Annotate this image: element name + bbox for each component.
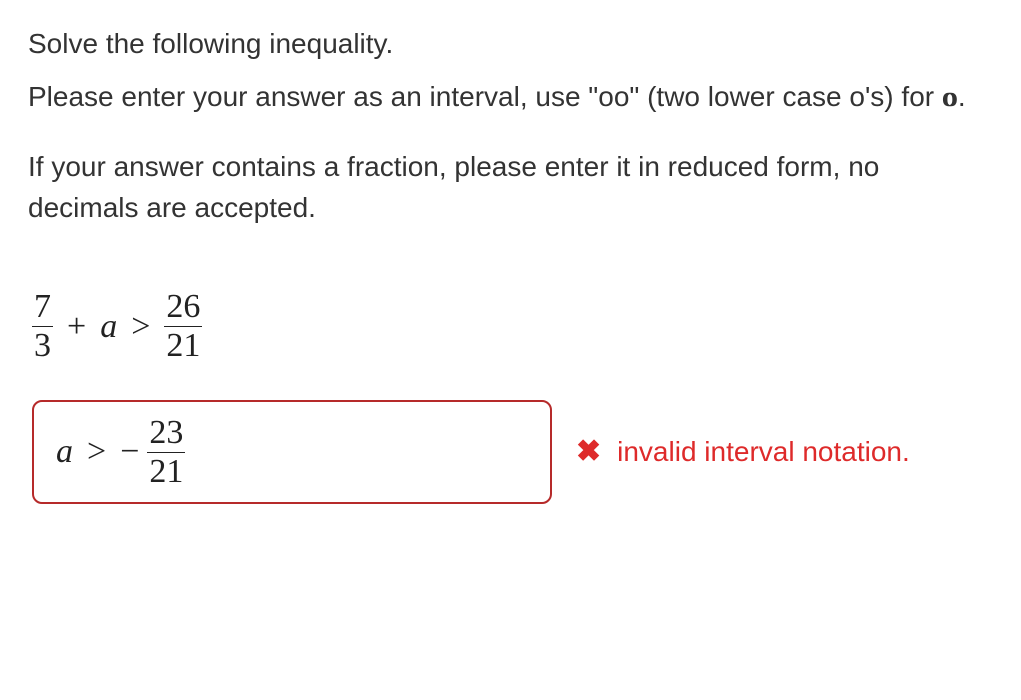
rhs-numerator: 26 <box>164 288 202 325</box>
plus-sign: + <box>67 302 86 351</box>
answer-variable: a <box>56 427 73 476</box>
question-text-block: Solve the following inequality. Please e… <box>28 24 997 228</box>
answer-minus: − <box>120 427 139 476</box>
feedback-block: ✖ invalid interval notation. <box>576 430 910 474</box>
answer-row: a > − 23 21 ✖ invalid interval notation. <box>28 400 997 504</box>
inequality-expression: 7 3 + a > 26 21 <box>28 288 997 364</box>
lhs-denominator: 3 <box>32 326 53 364</box>
instruction-text-part-a: Please enter your answer as an interval,… <box>28 81 942 112</box>
answer-denominator: 21 <box>147 452 185 490</box>
greater-than-sign: > <box>131 302 150 351</box>
answer-relation: > <box>87 427 106 476</box>
feedback-message: invalid interval notation. <box>617 432 910 473</box>
answer-fraction: 23 21 <box>147 414 185 490</box>
answer-content: a > − 23 21 <box>56 414 185 490</box>
infinity-icon: oo <box>942 84 958 112</box>
instruction-text-part-b: . <box>958 81 966 112</box>
prompt-line-1: Solve the following inequality. <box>28 24 997 65</box>
prompt-line-3: If your answer contains a fraction, plea… <box>28 147 997 228</box>
answer-numerator: 23 <box>147 414 185 451</box>
prompt-line-2: Please enter your answer as an interval,… <box>28 77 997 118</box>
incorrect-icon: ✖ <box>576 430 601 474</box>
variable-a-lhs: a <box>100 302 117 351</box>
lhs-numerator: 7 <box>32 288 53 325</box>
answer-input[interactable]: a > − 23 21 <box>32 400 552 504</box>
rhs-denominator: 21 <box>164 326 202 364</box>
rhs-fraction: 26 21 <box>164 288 202 364</box>
lhs-fraction: 7 3 <box>32 288 53 364</box>
